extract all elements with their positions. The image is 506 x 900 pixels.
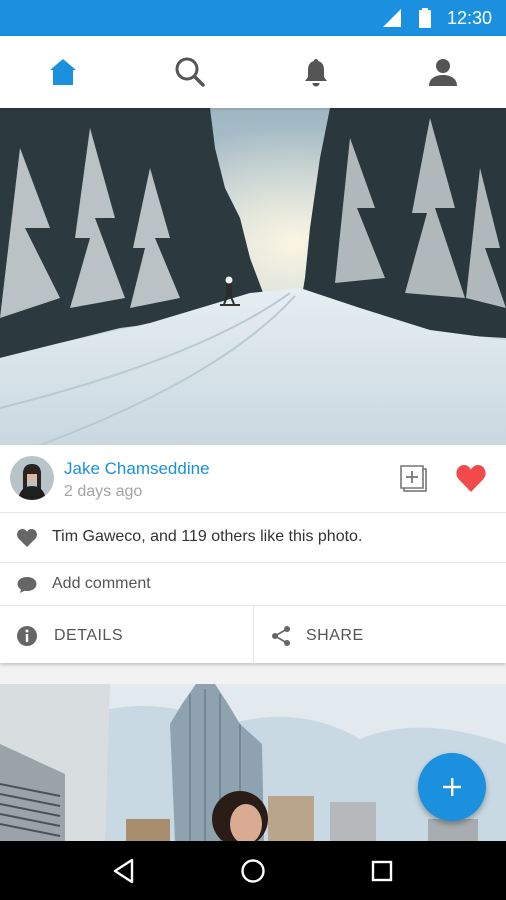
add-to-collection-icon[interactable] [398,463,430,495]
plus-icon [443,778,461,796]
post-photo[interactable] [0,108,506,445]
person-icon [428,59,457,86]
heart-icon[interactable] [455,463,487,493]
share-button[interactable]: SHARE [253,606,506,664]
add-post-button[interactable] [418,753,486,821]
likes-row[interactable]: Tim Gaweco, and 119 others like this pho… [0,512,506,562]
info-icon [17,626,37,646]
details-label: DETAILS [54,627,123,644]
details-button[interactable]: DETAILS [0,606,253,664]
recents-icon[interactable] [368,857,396,885]
share-icon [272,626,290,646]
comment-icon [17,577,37,593]
share-label: SHARE [306,627,364,644]
tab-home[interactable] [0,36,127,108]
status-bar: 12:30 [0,0,506,36]
likes-text: Tim Gaweco, and 119 others like this pho… [52,528,363,545]
add-comment-row[interactable]: Add comment [0,562,506,605]
home-icon [50,59,77,85]
system-nav-bar [0,841,506,900]
snowy-forest-photo [0,108,506,445]
post-author-row: Jake Chamseddine 2 days ago [0,445,506,512]
back-icon[interactable] [110,857,138,885]
tab-notifications[interactable] [253,36,380,108]
tab-search[interactable] [127,36,254,108]
avatar[interactable] [10,456,54,500]
cell-signal-icon [382,9,401,27]
tab-profile[interactable] [380,36,506,108]
author-name[interactable]: Jake Chamseddine [64,459,210,479]
search-icon [175,57,205,87]
post-timestamp: 2 days ago [64,483,143,500]
heart-outline-icon [17,529,37,547]
home-circle-icon[interactable] [239,857,267,885]
post-actions: DETAILS SHARE [0,605,506,664]
post-card: Jake Chamseddine 2 days ago Tim Gaweco, … [0,445,506,664]
avatar-photo [10,456,54,500]
battery-icon [418,8,431,28]
bell-icon [305,59,328,87]
add-comment-input[interactable]: Add comment [52,575,151,593]
status-time: 12:30 [446,7,492,28]
top-nav [0,36,506,108]
